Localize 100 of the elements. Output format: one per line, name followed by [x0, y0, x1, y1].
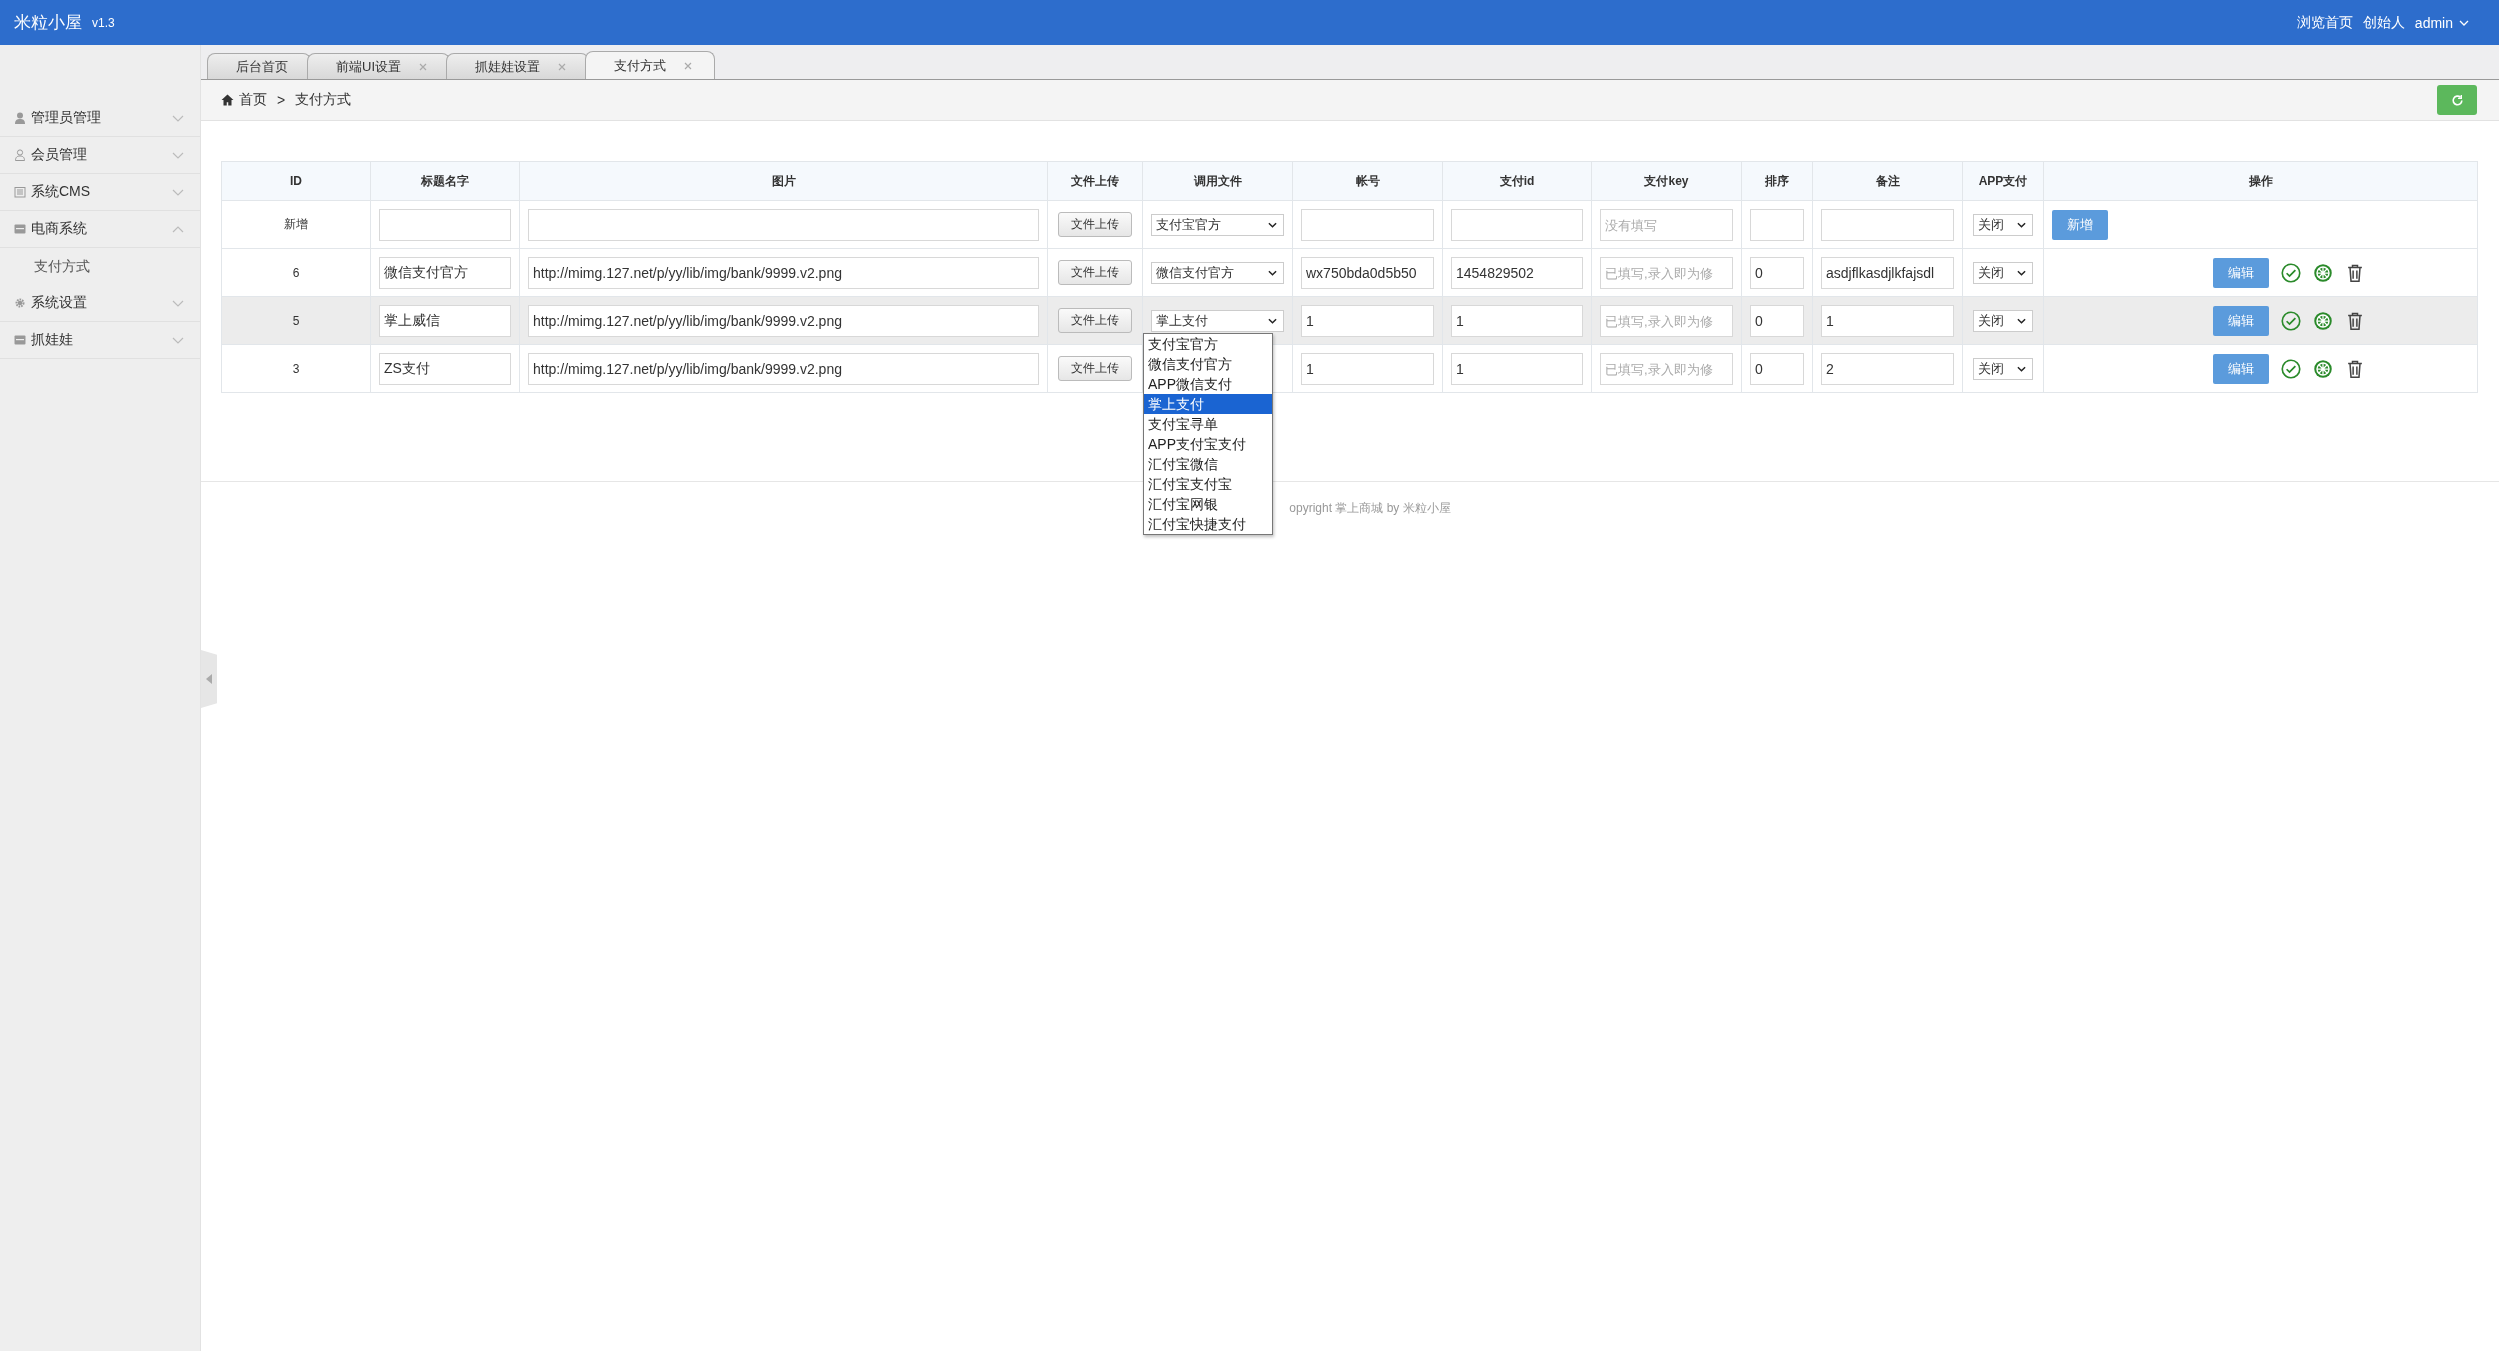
- home-icon: [221, 94, 234, 106]
- dropdown-option[interactable]: 汇付宝网银: [1144, 494, 1272, 514]
- header-link[interactable]: 创始人: [2362, 13, 2405, 32]
- check-circle-icon[interactable]: [2281, 310, 2301, 331]
- breadcrumb-separator: >: [277, 92, 286, 108]
- close-icon[interactable]: [558, 62, 566, 71]
- account-field[interactable]: 1: [1301, 304, 1434, 337]
- caret-left-icon: [206, 674, 212, 684]
- pay-id-field[interactable]: 1454829502: [1451, 256, 1583, 289]
- account-field[interactable]: wx750bda0d5b50: [1301, 256, 1434, 289]
- dropdown-option[interactable]: 微信支付官方: [1144, 354, 1272, 374]
- refresh-button[interactable]: [2437, 85, 2477, 115]
- column-header: 帐号: [1292, 161, 1443, 201]
- sidebar-subitem[interactable]: 支付方式: [0, 248, 200, 285]
- settings-icon: [14, 297, 26, 309]
- dropdown-option[interactable]: 汇付宝快捷支付: [1144, 514, 1272, 534]
- sort-field[interactable]: 0: [1750, 256, 1804, 289]
- trash-icon[interactable]: [2345, 358, 2365, 379]
- app-logo: 米粒小屋: [14, 12, 82, 34]
- sidebar-label: 会员管理: [31, 146, 88, 164]
- sidebar-item[interactable]: 系统CMS: [0, 174, 200, 211]
- app-pay-select[interactable]: 关闭: [1973, 213, 2033, 236]
- sidebar-item[interactable]: 会员管理: [0, 137, 200, 174]
- check-circle-icon[interactable]: [2281, 358, 2301, 379]
- dropdown-option[interactable]: 掌上支付: [1144, 394, 1272, 414]
- note-field[interactable]: [1821, 208, 1954, 241]
- tab[interactable]: 后台首页: [207, 53, 311, 79]
- dropdown-option[interactable]: 汇付宝微信: [1144, 454, 1272, 474]
- file-select[interactable]: 微信支付官方: [1151, 261, 1284, 284]
- image-url-field[interactable]: http://mimg.127.net/p/yy/lib/img/bank/9999.v2.png: [528, 256, 1039, 289]
- pay-key-field[interactable]: 已填写,录入即为修: [1600, 304, 1733, 337]
- sidebar-item[interactable]: 电商系统: [0, 211, 200, 248]
- pay-key-field[interactable]: 已填写,录入即为修: [1600, 352, 1733, 385]
- title-field[interactable]: ZS支付: [379, 352, 511, 385]
- header-link[interactable]: 浏览首页: [2296, 13, 2353, 32]
- wheel-icon[interactable]: [2313, 310, 2333, 331]
- note-field[interactable]: asdjflkasdjlkfajsdl: [1821, 256, 1954, 289]
- upload-button[interactable]: 文件上传: [1058, 212, 1132, 237]
- breadcrumb-link[interactable]: 支付方式: [295, 91, 352, 109]
- account-field[interactable]: [1301, 208, 1434, 241]
- note-field[interactable]: 2: [1821, 352, 1954, 385]
- tab-label: 支付方式: [614, 56, 666, 75]
- pay-id-field[interactable]: [1451, 208, 1583, 241]
- tab[interactable]: 前端UI设置: [307, 53, 450, 79]
- file-select[interactable]: 支付宝官方: [1151, 213, 1284, 236]
- upload-button[interactable]: 文件上传: [1058, 260, 1132, 285]
- account-field[interactable]: 1: [1301, 352, 1434, 385]
- dropdown-option[interactable]: 汇付宝支付宝: [1144, 474, 1272, 494]
- image-url-field[interactable]: http://mimg.127.net/p/yy/lib/img/bank/9999.v2.png: [528, 352, 1039, 385]
- column-header: 图片: [519, 161, 1048, 201]
- chevron-down-icon: [1268, 221, 1277, 228]
- sort-field[interactable]: 0: [1750, 304, 1804, 337]
- sort-field[interactable]: [1750, 208, 1804, 241]
- table-cell: 3: [221, 344, 371, 393]
- image-url-field[interactable]: http://mimg.127.net/p/yy/lib/img/bank/9999.v2.png: [528, 304, 1039, 337]
- column-header: 支付id: [1442, 161, 1592, 201]
- pay-id-field[interactable]: 1: [1451, 352, 1583, 385]
- dropdown-option[interactable]: 支付宝官方: [1144, 334, 1272, 354]
- sidebar-label: 管理员管理: [31, 109, 102, 127]
- file-select[interactable]: 掌上支付: [1151, 309, 1284, 332]
- title-field[interactable]: 掌上威信: [379, 304, 511, 337]
- wheel-icon[interactable]: [2313, 358, 2333, 379]
- close-icon[interactable]: [419, 62, 427, 71]
- pay-key-field[interactable]: 已填写,录入即为修: [1600, 256, 1733, 289]
- dropdown-option[interactable]: 支付宝寻单: [1144, 414, 1272, 434]
- column-header: 备注: [1812, 161, 1963, 201]
- column-header: 调用文件: [1142, 161, 1293, 201]
- sidebar-label: 电商系统: [31, 220, 88, 238]
- user-menu[interactable]: admin: [2414, 14, 2453, 31]
- chevron-down-icon: [2017, 365, 2026, 372]
- column-header: 文件上传: [1047, 161, 1143, 201]
- tab[interactable]: 支付方式: [585, 51, 715, 79]
- app-pay-select[interactable]: 关闭: [1973, 309, 2033, 332]
- trash-icon[interactable]: [2345, 262, 2365, 283]
- title-field[interactable]: 微信支付官方: [379, 256, 511, 289]
- check-circle-icon[interactable]: [2281, 262, 2301, 283]
- tab-label: 前端UI设置: [336, 57, 401, 76]
- chevron-down-icon: [2459, 19, 2469, 26]
- note-field[interactable]: 1: [1821, 304, 1954, 337]
- column-header: 操作: [2043, 161, 2478, 201]
- chevron-down-icon: [1268, 269, 1277, 276]
- upload-button[interactable]: 文件上传: [1058, 308, 1132, 333]
- sidebar-collapse-handle[interactable]: [201, 650, 217, 708]
- trash-icon[interactable]: [2345, 310, 2365, 331]
- sort-field[interactable]: 0: [1750, 352, 1804, 385]
- image-url-field[interactable]: [528, 208, 1039, 241]
- sidebar-item[interactable]: 抓娃娃: [0, 322, 200, 359]
- dropdown-option[interactable]: APP微信支付: [1144, 374, 1272, 394]
- app-pay-select[interactable]: 关闭: [1973, 261, 2033, 284]
- close-icon[interactable]: [684, 61, 692, 70]
- pay-id-field[interactable]: 1: [1451, 304, 1583, 337]
- upload-button[interactable]: 文件上传: [1058, 356, 1132, 381]
- sidebar-item[interactable]: 系统设置: [0, 285, 200, 322]
- sidebar-item[interactable]: 管理员管理: [0, 100, 200, 137]
- pay-key-field[interactable]: 没有填写: [1600, 208, 1733, 241]
- breadcrumb-link[interactable]: 首页: [239, 91, 267, 109]
- wheel-icon[interactable]: [2313, 262, 2333, 283]
- dropdown-option[interactable]: APP支付宝支付: [1144, 434, 1272, 454]
- title-field[interactable]: [379, 208, 511, 241]
- app-pay-select[interactable]: 关闭: [1973, 357, 2033, 380]
